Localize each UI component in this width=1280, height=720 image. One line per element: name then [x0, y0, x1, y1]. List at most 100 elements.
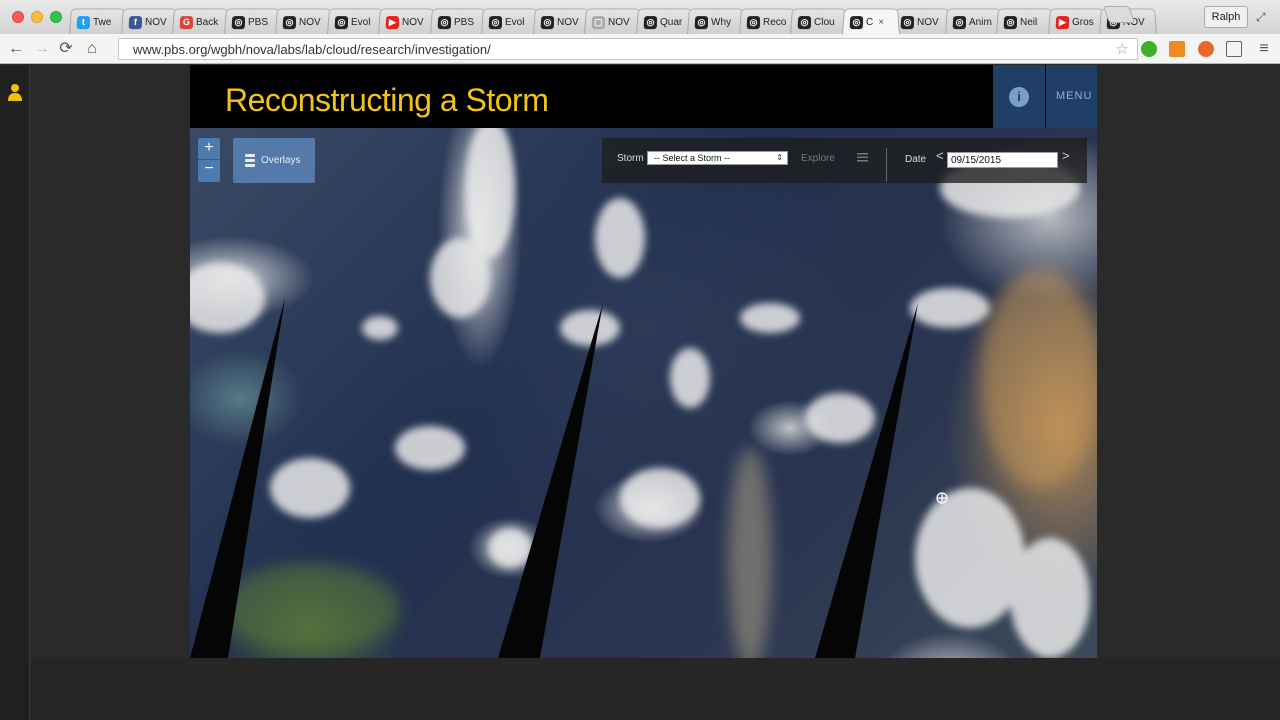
storm-controls-bar: Storm -- Select a Storm -- ⇕ Explore Dat… — [602, 138, 1087, 183]
browser-tab[interactable]: ◎ Quar — [636, 8, 694, 35]
satellite-imagery — [190, 128, 1097, 658]
tab-label: NOV — [556, 16, 579, 28]
date-input[interactable] — [947, 152, 1058, 168]
browser-tab-bar: t Twe f NOV G Back ◎ PBS ◎ NOV ◎ Evol ▶ NOV ◎ PBS ◎ Evol ◎… — [0, 0, 1280, 35]
extension-icon-orange[interactable] — [1169, 41, 1185, 57]
fullscreen-icon[interactable]: ⤢ — [1256, 10, 1266, 25]
overlays-label: Overlays — [261, 155, 301, 166]
tab-label: Neil — [1019, 16, 1038, 28]
forward-button[interactable]: → — [32, 39, 52, 59]
move-cursor-icon — [936, 492, 948, 504]
url-text: www.pbs.org/wgbh/nova/labs/lab/cloud/res… — [133, 42, 491, 57]
tab-close-icon[interactable]: × — [878, 17, 884, 28]
tab-favicon-icon: ◎ — [282, 15, 297, 29]
tab-strip: t Twe f NOV G Back ◎ PBS ◎ NOV ◎ Evol ▶ NOV ◎ PBS ◎ Evol ◎… — [69, 8, 1180, 35]
browser-tab[interactable]: ◎ C × — [842, 8, 900, 35]
overlays-button[interactable]: Overlays — [233, 138, 315, 183]
browser-menu-icon[interactable]: ≡ — [1254, 39, 1274, 59]
extension-icon-green[interactable] — [1141, 41, 1157, 57]
browser-tab[interactable]: ◎ Reco — [739, 8, 797, 35]
browser-tab[interactable]: ◎NOV — [533, 8, 591, 35]
storm-select[interactable]: -- Select a Storm -- ⇕ — [647, 151, 788, 165]
tab-favicon-icon: ◎ — [643, 15, 658, 29]
tab-label: C — [865, 16, 874, 28]
tab-label: Gros — [1071, 16, 1094, 28]
extension-icon-red[interactable] — [1198, 41, 1214, 57]
date-prev-button[interactable]: < — [936, 148, 944, 163]
person-icon[interactable] — [8, 83, 22, 101]
cast-icon[interactable] — [1226, 41, 1242, 57]
tab-label: Anim — [968, 16, 993, 28]
tab-favicon-icon: ◎ — [797, 15, 812, 29]
info-button[interactable]: i — [993, 65, 1045, 128]
menu-button[interactable]: MENU — [1046, 65, 1097, 128]
browser-tab[interactable]: ◎ Clou — [790, 8, 848, 35]
tab-label: Evol — [350, 16, 371, 28]
menu-label: MENU — [1056, 90, 1093, 102]
tab-label: Quar — [659, 16, 683, 28]
browser-tab[interactable]: ▢ NOV — [584, 8, 642, 35]
window-close-button[interactable] — [12, 11, 24, 23]
app-header: Reconstructing a Storm i MENU — [190, 65, 1097, 128]
date-next-button[interactable]: > — [1062, 148, 1070, 163]
browser-tab[interactable]: ◎ Why — [687, 8, 745, 35]
browser-tab[interactable]: ◎NOV — [275, 8, 333, 35]
tab-label: Evol — [504, 16, 525, 28]
page-title: Reconstructing a Storm — [225, 82, 549, 118]
tab-favicon-icon: ◎ — [849, 15, 864, 29]
browser-tab[interactable]: ▶ NOV — [378, 8, 436, 35]
tab-favicon-icon: ◎ — [231, 15, 246, 29]
tab-favicon-icon: ◎ — [746, 15, 761, 29]
browser-tab[interactable]: ◎ Evol — [327, 8, 385, 35]
select-arrows-icon: ⇕ — [776, 153, 783, 162]
profile-button[interactable]: Ralph — [1204, 6, 1248, 28]
explore-button[interactable]: Explore — [801, 153, 835, 164]
home-button[interactable]: ⌂ — [82, 39, 102, 59]
tab-label: NOV — [607, 16, 630, 28]
tab-label: PBS — [453, 16, 475, 28]
tab-favicon-icon: ▢ — [591, 15, 606, 29]
tab-label: NOV — [298, 16, 321, 28]
browser-tab[interactable]: f NOV — [121, 8, 179, 35]
tab-label: Why — [710, 16, 732, 28]
browser-tab[interactable]: ◎ PBS — [224, 8, 282, 35]
date-label: Date — [905, 154, 927, 165]
list-icon[interactable] — [857, 153, 868, 162]
divider — [886, 148, 887, 182]
tab-label: PBS — [247, 16, 269, 28]
tab-favicon-icon: f — [128, 15, 143, 29]
window-maximize-button[interactable] — [50, 11, 62, 23]
bookmark-star-icon[interactable]: ☆ — [1116, 40, 1129, 58]
tab-label: NOV — [144, 16, 167, 28]
window-minimize-button[interactable] — [31, 11, 43, 23]
browser-tab[interactable]: ◎NOV — [893, 8, 951, 35]
tab-favicon-icon: ◎ — [900, 15, 915, 29]
browser-tab[interactable]: ◎ PBS — [430, 8, 488, 35]
reload-button[interactable]: ⟳ — [56, 39, 76, 59]
tab-favicon-icon: ◎ — [952, 15, 967, 29]
tab-label: Back — [195, 16, 219, 28]
satellite-map[interactable]: + − Overlays Storm -- Select a Storm -- … — [190, 128, 1097, 658]
storm-label: Storm — [617, 153, 644, 164]
tab-favicon-icon: ◎ — [540, 15, 555, 29]
zoom-out-button[interactable]: − — [198, 160, 220, 182]
tab-label: NOV — [916, 16, 939, 28]
layers-icon — [245, 154, 255, 167]
tab-favicon-icon: ◎ — [488, 15, 503, 29]
browser-tab[interactable]: ◎ Anim — [945, 8, 1003, 35]
zoom-in-button[interactable]: + — [198, 138, 220, 160]
tab-favicon-icon: ◎ — [1003, 15, 1018, 29]
side-panel — [0, 65, 30, 720]
tab-label: Reco — [762, 16, 787, 28]
browser-tab[interactable]: G Back — [172, 8, 230, 35]
tab-label: Clou — [813, 16, 835, 28]
address-bar[interactable]: www.pbs.org/wgbh/nova/labs/lab/cloud/res… — [118, 38, 1138, 60]
tab-label: Twe — [92, 16, 112, 28]
browser-tab[interactable]: ◎ Evol — [481, 8, 539, 35]
back-button[interactable]: ← — [6, 39, 26, 59]
browser-tab[interactable]: t Twe — [69, 8, 127, 35]
browser-tab[interactable]: ◎ Neil — [996, 8, 1054, 35]
browser-tab[interactable]: ▶ Gros — [1048, 8, 1106, 35]
browser-toolbar: ← → ⟳ ⌂ www.pbs.org/wgbh/nova/labs/lab/c… — [0, 34, 1280, 64]
tab-favicon-icon: t — [76, 15, 91, 29]
